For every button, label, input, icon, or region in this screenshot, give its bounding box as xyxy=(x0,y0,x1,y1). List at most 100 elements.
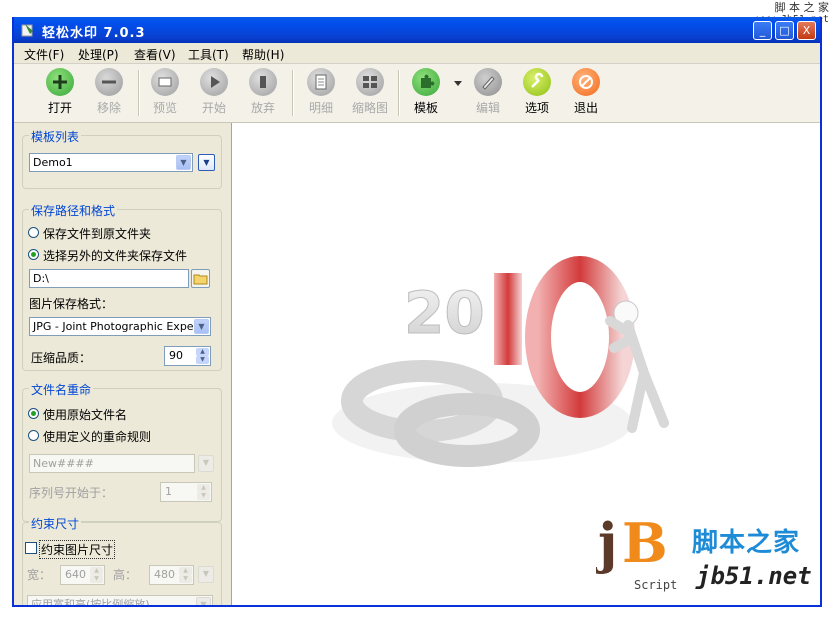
close-button[interactable]: X xyxy=(797,21,816,40)
stepper-up-icon[interactable]: ▲ xyxy=(179,567,192,575)
resize-mode-value: 应用宽和高(按比例缩放) xyxy=(31,598,150,607)
save-other-radio[interactable] xyxy=(28,249,39,260)
template-list-title: 模板列表 xyxy=(29,128,82,145)
options-button[interactable]: 选项 xyxy=(512,68,562,116)
pen-icon xyxy=(474,68,502,96)
svg-text:B: B xyxy=(622,511,668,575)
template-dropdown-icon[interactable] xyxy=(454,81,462,87)
menu-file[interactable]: 文件(F) xyxy=(24,46,64,63)
template-button[interactable]: 模板 xyxy=(401,68,451,116)
save-group: 保存路径和格式 保存文件到原文件夹 选择另外的文件夹保存文件 D:\ 图片保存格… xyxy=(22,202,222,371)
format-select[interactable]: JPG - Joint Photographic Experts G ▼ xyxy=(29,317,211,336)
abort-label: 放弃 xyxy=(250,101,275,115)
menu-bar: 文件(F) 处理(P) 查看(V) 工具(T) 帮助(H) xyxy=(14,43,820,64)
use-rename-rule-radio[interactable] xyxy=(28,430,39,441)
save-group-title: 保存路径和格式 xyxy=(29,202,118,219)
constraint-group: 约束尺寸 约束图片尺寸 宽： 640 ▲ ▼ 高： 480 ▲ ▼ ▼ 应用宽和… xyxy=(22,515,222,607)
minimize-button[interactable]: _ xyxy=(753,21,772,40)
sequence-start-stepper[interactable]: 1 ▲ ▼ xyxy=(160,482,212,502)
rename-pattern-input[interactable]: New#### xyxy=(29,454,195,473)
format-select-value: JPG - Joint Photographic Experts G xyxy=(33,320,211,333)
resize-mode-select[interactable]: 应用宽和高(按比例缩放) ▼ xyxy=(27,595,213,607)
template-list-group: 模板列表 Demo1 ▼ ▼ xyxy=(22,128,222,189)
use-original-name-radio[interactable] xyxy=(28,408,39,419)
menu-process[interactable]: 处理(P) xyxy=(78,46,119,63)
chevron-down-icon[interactable]: ▼ xyxy=(198,566,214,583)
edit-label: 编辑 xyxy=(475,101,500,115)
title-bar[interactable]: 轻松水印 7.0.3 _ □ X xyxy=(14,17,820,43)
toolbar-separator xyxy=(398,70,400,116)
play-icon xyxy=(200,68,228,96)
remove-button[interactable]: 移除 xyxy=(84,68,134,116)
menu-view[interactable]: 查看(V) xyxy=(134,46,176,63)
sequence-start-label: 序列号开始于： xyxy=(29,486,114,500)
logo-name-text: 脚本之家 xyxy=(692,528,801,558)
height-label: 高： xyxy=(113,568,138,582)
detail-button[interactable]: 明细 xyxy=(296,68,346,116)
stepper-down-icon[interactable]: ▼ xyxy=(179,575,192,583)
use-rename-rule-label[interactable]: 使用定义的重命规则 xyxy=(43,428,151,445)
stepper-up-icon[interactable]: ▲ xyxy=(197,484,210,492)
thumbnail-button[interactable]: 缩略图 xyxy=(345,68,395,116)
detail-label: 明细 xyxy=(308,101,333,115)
stepper-down-icon[interactable]: ▼ xyxy=(197,492,210,500)
chevron-down-icon[interactable]: ▼ xyxy=(196,597,211,605)
start-label: 开始 xyxy=(201,101,226,115)
thumbnail-label: 缩略图 xyxy=(351,101,388,115)
height-stepper[interactable]: 480 ▲ ▼ xyxy=(149,565,194,585)
minus-icon xyxy=(95,68,123,96)
stepper-down-icon[interactable]: ▼ xyxy=(90,575,103,583)
puzzle-icon xyxy=(412,68,440,96)
save-original-label[interactable]: 保存文件到原文件夹 xyxy=(43,225,151,242)
open-label: 打开 xyxy=(47,101,72,115)
template-select[interactable]: Demo1 ▼ xyxy=(29,153,193,172)
abort-button[interactable]: 放弃 xyxy=(238,68,288,116)
save-other-label[interactable]: 选择另外的文件夹保存文件 xyxy=(43,247,187,264)
preview-label: 预览 xyxy=(152,101,177,115)
template-menu-button[interactable]: ▼ xyxy=(198,154,215,171)
chevron-down-icon[interactable]: ▼ xyxy=(198,455,214,472)
width-stepper[interactable]: 640 ▲ ▼ xyxy=(60,565,105,585)
exit-label: 退出 xyxy=(573,101,598,115)
constrain-size-checkbox[interactable] xyxy=(25,542,37,554)
template-select-value: Demo1 xyxy=(33,156,73,169)
height-value: 480 xyxy=(154,568,175,581)
folder-icon xyxy=(193,274,208,285)
save-original-radio[interactable] xyxy=(28,227,39,238)
app-icon xyxy=(21,24,33,37)
stepper-up-icon[interactable]: ▲ xyxy=(90,567,103,575)
rename-group-title: 文件名重命 xyxy=(29,381,94,398)
quality-value: 90 xyxy=(169,349,183,362)
use-original-name-label[interactable]: 使用原始文件名 xyxy=(43,406,127,423)
start-button[interactable]: 开始 xyxy=(189,68,239,116)
sequence-start-value: 1 xyxy=(165,485,172,498)
settings-panel: 模板列表 Demo1 ▼ ▼ 保存路径和格式 保存文件到原文件夹 选择另外的文件… xyxy=(14,123,224,607)
maximize-button[interactable]: □ xyxy=(775,21,794,40)
menu-help[interactable]: 帮助(H) xyxy=(242,46,284,63)
detail-view-icon xyxy=(307,68,335,96)
stepper-up-icon[interactable]: ▲ xyxy=(196,348,209,356)
watermark-line1: 脚 本 之 家 xyxy=(774,1,830,14)
browse-folder-button[interactable] xyxy=(191,269,210,288)
menu-tools[interactable]: 工具(T) xyxy=(188,46,229,63)
preview-button[interactable]: 预览 xyxy=(140,68,190,116)
open-button[interactable]: 打开 xyxy=(35,68,85,116)
save-path-input[interactable]: D:\ xyxy=(29,269,189,288)
toolbar: 打开 移除 预览 开始 放弃 明细 缩略图 模板 编辑 选项 退出 xyxy=(14,64,820,123)
options-label: 选项 xyxy=(524,101,549,115)
add-icon xyxy=(46,68,74,96)
exit-icon xyxy=(572,68,600,96)
exit-button[interactable]: 退出 xyxy=(561,68,611,116)
constrain-size-label[interactable]: 约束图片尺寸 xyxy=(39,540,116,559)
chevron-down-icon[interactable]: ▼ xyxy=(176,155,191,170)
chevron-down-icon[interactable]: ▼ xyxy=(194,319,209,334)
edit-button[interactable]: 编辑 xyxy=(463,68,513,116)
red-digit-one xyxy=(494,273,522,365)
stepper-down-icon[interactable]: ▼ xyxy=(196,356,209,364)
quality-label: 压缩品质： xyxy=(31,351,92,365)
year-digits-grey: 20 xyxy=(404,279,485,347)
remove-label: 移除 xyxy=(96,101,121,115)
template-label: 模板 xyxy=(413,101,438,115)
thumbnail-icon xyxy=(356,68,384,96)
quality-stepper[interactable]: 90 ▲ ▼ xyxy=(164,346,211,366)
